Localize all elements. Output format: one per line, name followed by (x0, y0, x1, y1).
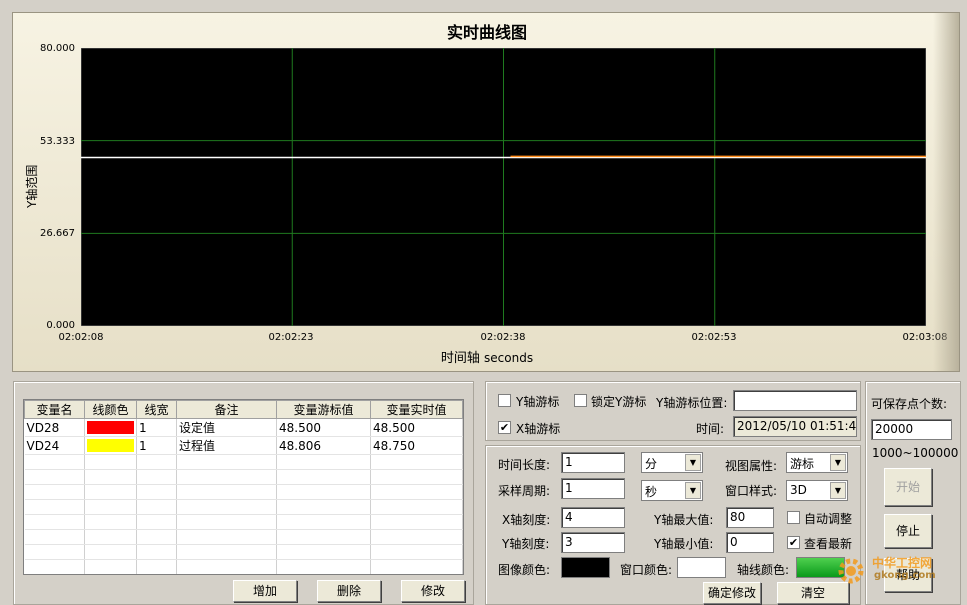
col-header[interactable]: 变量实时值 (370, 400, 463, 419)
watermark-text: 中华工控网 (872, 556, 933, 570)
variable-table[interactable]: 变量名 线颜色 线宽 备注 变量游标值 变量实时值 VD28 1 设定值 48.… (23, 399, 464, 575)
window-color-label: 窗口颜色: (620, 563, 673, 577)
y-tick-label: 26.667 (40, 228, 75, 239)
chevron-down-icon: ▼ (685, 454, 701, 471)
store-points-label: 可保存点个数: (871, 397, 948, 411)
y-min-input[interactable]: 0 (726, 532, 774, 553)
delete-button[interactable]: 删除 (317, 580, 381, 602)
gear-icon (838, 558, 864, 584)
x-tick-label: 02:03:08 (902, 332, 948, 343)
time-length-input[interactable]: 1 (561, 452, 625, 473)
y-max-input[interactable]: 80 (726, 507, 774, 528)
col-header[interactable]: 线宽 (136, 400, 177, 419)
col-header[interactable]: 变量游标值 (276, 400, 371, 419)
confirm-modify-button[interactable]: 确定修改 (703, 582, 761, 604)
cell-realtime: 48.750 (370, 436, 463, 455)
cell-width: 1 (136, 418, 177, 437)
y-tick-label: 80.000 (40, 43, 75, 54)
color-swatch[interactable] (87, 421, 134, 434)
lock-y-label: 锁定Y游标 (591, 395, 647, 409)
chevron-down-icon: ▼ (685, 482, 701, 499)
y-tick-label: 0.000 (46, 320, 75, 331)
view-attr-label: 视图属性: (725, 459, 778, 473)
y-min-label: Y轴最小值: (654, 537, 714, 551)
x-tick-label: 02:02:08 (58, 332, 104, 343)
add-button[interactable]: 增加 (233, 580, 297, 602)
cell-cursor: 48.806 (276, 436, 371, 455)
view-attr-value: 游标 (790, 457, 815, 471)
modify-button[interactable]: 修改 (401, 580, 465, 602)
auto-adjust-checkbox[interactable] (787, 511, 800, 524)
y-pos-label: Y轴游标位置: (656, 396, 728, 410)
stop-button[interactable]: 停止 (884, 514, 932, 548)
cell-note: 过程值 (176, 436, 277, 455)
cell-note: 设定值 (176, 418, 277, 437)
table-row[interactable]: VD24 1 过程值 48.806 48.750 (24, 436, 463, 455)
x-tick-label: 02:02:53 (691, 332, 737, 343)
time-unit-select[interactable]: 分 ▼ (641, 452, 703, 473)
sample-unit-value: 秒 (645, 485, 658, 499)
store-range-label: 1000~100000 (872, 446, 959, 460)
time-label: 时间: (696, 422, 725, 436)
lock-y-checkbox[interactable] (574, 394, 587, 407)
image-color-label: 图像颜色: (498, 563, 551, 577)
cell-width: 1 (136, 436, 177, 455)
store-points-input[interactable]: 20000 (871, 419, 952, 440)
time-length-label: 时间长度: (498, 458, 551, 472)
table-row[interactable]: VD28 1 设定值 48.500 48.500 (24, 418, 463, 437)
cell-name: VD28 (24, 418, 85, 437)
watermark-logo: 中华工控网 gkong.com (834, 550, 964, 590)
watermark-sub: gkong.com (874, 570, 936, 581)
chevron-down-icon: ▼ (830, 482, 846, 499)
cell-cursor: 48.500 (276, 418, 371, 437)
x-axis-label: 时间轴 seconds (13, 347, 961, 366)
x-scale-input[interactable]: 4 (561, 507, 625, 528)
window-style-value: 3D (790, 483, 807, 497)
x-cursor-checkbox[interactable]: ✔ (498, 421, 511, 434)
y-scale-label: Y轴刻度: (502, 537, 550, 551)
time-value: 2012/05/10 01:51:41 (733, 416, 857, 437)
sample-period-input[interactable]: 1 (561, 478, 625, 499)
window-style-label: 窗口样式: (725, 484, 778, 498)
y-max-label: Y轴最大值: (654, 513, 714, 527)
time-unit-value: 分 (645, 457, 658, 471)
window-color-swatch[interactable] (677, 557, 726, 578)
cell-name: VD24 (24, 436, 85, 455)
x-axis-unit: seconds (484, 351, 534, 365)
y-tick-label: 53.333 (40, 136, 75, 147)
x-tick-label: 02:02:23 (268, 332, 314, 343)
y-scale-input[interactable]: 3 (561, 532, 625, 553)
sample-period-label: 采样周期: (498, 484, 551, 498)
chart-panel: 实时曲线图 80.000 53.333 26.667 0.000 Y轴范围 02… (12, 12, 960, 372)
plot-area[interactable] (81, 48, 926, 326)
col-header[interactable]: 备注 (176, 400, 277, 419)
y-axis-label: Y轴范围 (25, 164, 39, 208)
image-color-swatch[interactable] (561, 557, 610, 578)
col-header[interactable]: 线颜色 (84, 400, 137, 419)
axis-color-label: 轴线颜色: (737, 563, 790, 577)
color-swatch[interactable] (87, 439, 134, 452)
x-tick-label: 02:02:38 (480, 332, 526, 343)
x-cursor-label: X轴游标 (516, 422, 561, 436)
start-button[interactable]: 开始 (884, 468, 932, 506)
y-pos-input[interactable] (733, 390, 857, 411)
y-cursor-label: Y轴游标 (516, 395, 560, 409)
x-axis-title: 时间轴 (440, 351, 480, 366)
x-scale-label: X轴刻度: (502, 513, 551, 527)
auto-adjust-label: 自动调整 (804, 512, 853, 526)
y-cursor-checkbox[interactable] (498, 394, 511, 407)
cell-realtime: 48.500 (370, 418, 463, 437)
chevron-down-icon: ▼ (830, 454, 846, 471)
sample-unit-select[interactable]: 秒 ▼ (641, 480, 703, 501)
view-latest-checkbox[interactable]: ✔ (787, 536, 800, 549)
chart-title: 实时曲线图 (446, 23, 527, 42)
view-attr-select[interactable]: 游标 ▼ (786, 452, 848, 473)
col-header[interactable]: 变量名 (24, 400, 85, 419)
window-style-select[interactable]: 3D ▼ (786, 480, 848, 501)
